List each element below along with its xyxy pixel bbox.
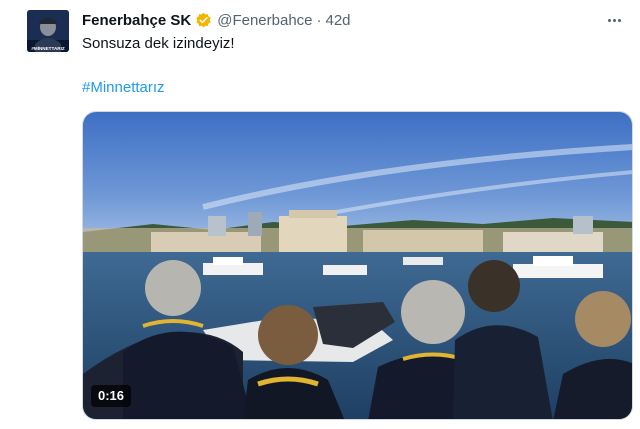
tweet-header: Fenerbahçe SK @Fenerbahce · 42d	[82, 10, 351, 30]
separator-dot: ·	[316, 11, 322, 29]
profile-avatar[interactable]: #MİNNETTARIZ	[27, 10, 69, 52]
user-handle[interactable]: @Fenerbahce	[217, 12, 312, 29]
video-player[interactable]	[82, 111, 633, 420]
tweet-text: Sonsuza dek izindeyiz!	[82, 35, 235, 52]
video-thumbnail	[83, 112, 632, 419]
display-name[interactable]: Fenerbahçe SK	[82, 12, 191, 29]
hashtag-link[interactable]: #Minnettarız	[82, 78, 165, 98]
tweet-timestamp[interactable]: 42d	[326, 12, 351, 29]
video-duration: 0:16	[91, 385, 132, 407]
more-options-icon[interactable]	[602, 8, 626, 32]
avatar-image: #MİNNETTARIZ	[27, 10, 69, 52]
avatar-caption: #MİNNETTARIZ	[31, 45, 65, 51]
verified-badge-icon	[196, 12, 211, 27]
tweet-card[interactable]: #MİNNETTARIZ Fenerbahçe SK @Fenerbahce ·…	[0, 0, 640, 429]
